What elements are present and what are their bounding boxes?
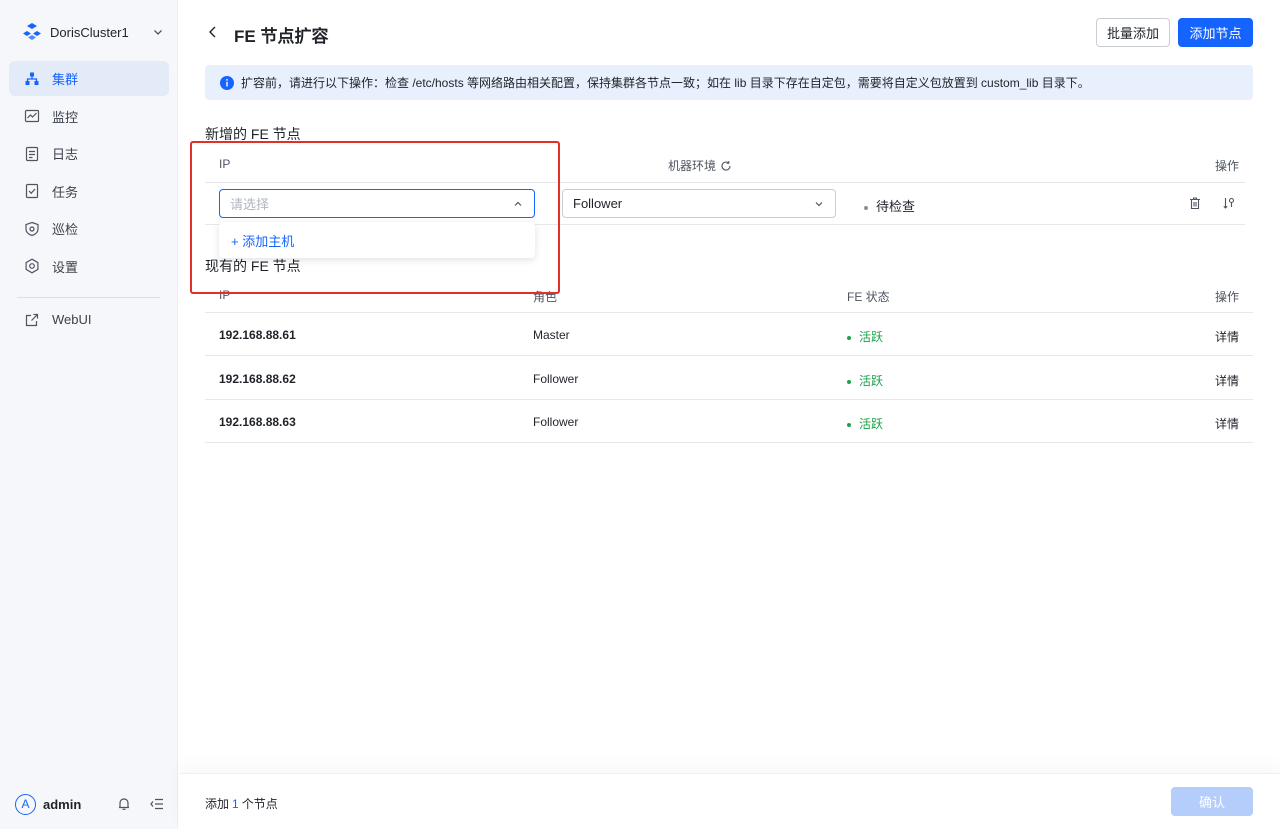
monitor-icon [24,108,40,124]
sidebar-nav: 集群 监控 日志 任务 巡检 设置 [9,61,169,286]
sidebar-item-label: 监控 [52,109,79,125]
status-dot [847,335,851,340]
node-ip: 192.168.88.61 [219,328,296,342]
existing-nodes-title: 现有的 FE 节点 [205,258,301,274]
footer-bar: 添加 1 个节点 确认 [179,773,1280,829]
new-nodes-title: 新增的 FE 节点 [205,126,301,142]
settings-icon [24,258,40,274]
sidebar-item-label: 巡检 [52,222,79,237]
detail-link[interactable]: 详情 [1215,415,1239,432]
cluster-switcher[interactable]: DorisCluster1 [22,20,164,44]
ip-select-placeholder: 请选择 [230,197,270,212]
sidebar-item-label: 集群 [52,72,79,87]
status-dot [864,205,868,210]
role-select[interactable]: Follower [562,189,836,218]
task-icon [24,183,40,199]
sidebar-item-webui[interactable]: WebUI [9,302,169,337]
footer-suffix: 个节点 [241,797,278,811]
ip-select[interactable]: 请选择 [219,189,535,218]
row-divider [205,442,1253,443]
nav-divider [17,297,160,298]
inspect-icon [24,221,40,237]
node-role: Follower [533,372,579,386]
check-status-label: 待检查 [876,199,916,214]
sidebar-item-label: WebUI [52,312,92,327]
sidebar-item-log[interactable]: 日志 [9,136,169,171]
batch-add-button[interactable]: 批量添加 [1096,18,1170,47]
header-divider [205,182,1245,183]
add-node-button[interactable]: 添加节点 [1178,18,1253,47]
log-icon [24,146,40,162]
chevron-up-icon [512,198,524,210]
row-divider [205,355,1253,356]
refresh-icon[interactable] [720,160,732,172]
new-col-ip: IP [219,157,231,171]
footer-summary: 添加 1 个节点 [205,795,278,812]
user-bar: A admin [15,793,165,815]
chevron-down-icon [152,26,164,38]
status-dot [847,379,851,384]
sidebar-item-cluster[interactable]: 集群 [9,61,169,96]
sidebar-item-settings[interactable]: 设置 [9,249,169,284]
cluster-name: DorisCluster1 [50,24,129,40]
exist-col-ip: IP [219,288,231,302]
detail-link[interactable]: 详情 [1215,328,1239,345]
node-status-label: 活跃 [859,417,884,431]
node-role: Follower [533,415,579,429]
new-col-action: 操作 [1215,159,1240,173]
cluster-icon [24,71,40,87]
footer-count: 1 [232,797,239,811]
sort-settings-icon[interactable] [1222,196,1236,210]
alert-text: 扩容前，请进行以下操作：检查 /etc/hosts 等网络路由相关配置，保持集群… [241,76,1090,90]
detail-link[interactable]: 详情 [1215,372,1239,389]
exist-col-status: FE 状态 [847,290,890,304]
new-col-env: 机器环境 [668,157,732,174]
confirm-button[interactable]: 确认 [1171,787,1253,816]
sidebar-webui-group: WebUI [9,302,169,340]
page-title: FE 节点扩容 [234,27,329,46]
chevron-down-icon [813,198,825,210]
node-role: Master [533,328,570,342]
node-status-label: 活跃 [859,374,884,388]
node-ip: 192.168.88.63 [219,415,296,429]
sidebar-item-label: 设置 [52,259,79,275]
ip-dropdown-add-host[interactable]: + 添加主机 [219,222,535,258]
sidebar-item-label: 日志 [52,147,79,162]
node-status: 活跃 [847,415,883,432]
info-icon [220,75,234,90]
sidebar-item-task[interactable]: 任务 [9,174,169,209]
exist-col-action: 操作 [1215,290,1240,304]
back-arrow-icon[interactable] [205,24,221,40]
node-status: 活跃 [847,328,883,345]
node-status-label: 活跃 [859,330,884,344]
sidebar-item-inspect[interactable]: 巡检 [9,211,169,246]
node-ip: 192.168.88.62 [219,372,296,386]
delete-icon[interactable] [1188,196,1202,210]
external-link-icon [24,312,40,328]
new-col-env-label: 机器环境 [668,159,717,173]
node-status: 活跃 [847,372,883,389]
sidebar: DorisCluster1 集群 监控 日志 任务 巡检 设置 WebUI A … [0,0,178,829]
header-divider [205,312,1253,313]
check-status: 待检查 [864,196,915,215]
status-dot [847,422,851,427]
footer-prefix: 添加 [205,797,230,811]
info-alert: 扩容前，请进行以下操作：检查 /etc/hosts 等网络路由相关配置，保持集群… [205,65,1253,100]
sidebar-item-monitor[interactable]: 监控 [9,99,169,134]
exist-col-role: 角色 [533,290,558,304]
row-divider [205,399,1253,400]
avatar[interactable]: A [15,793,36,815]
username[interactable]: admin [43,797,99,812]
bell-icon[interactable] [116,796,132,812]
cluster-logo-icon [22,22,42,42]
sidebar-item-label: 任务 [52,184,79,200]
role-select-value: Follower [573,196,623,211]
collapse-menu-icon[interactable] [149,796,165,812]
